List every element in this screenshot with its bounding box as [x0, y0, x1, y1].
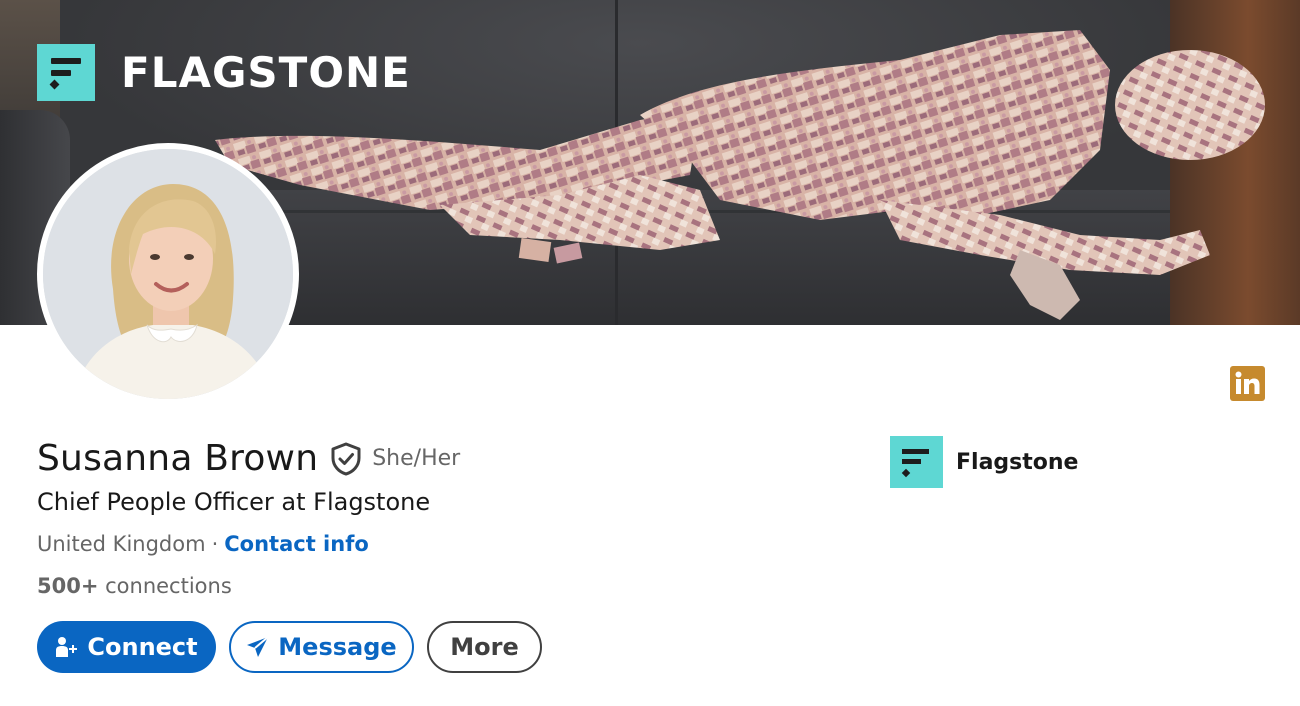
- connections-number: 500+: [37, 574, 99, 598]
- profile-headline: Chief People Officer at Flagstone: [37, 488, 431, 516]
- flagstone-logo-icon: [37, 44, 95, 101]
- profile-name: Susanna Brown: [37, 438, 319, 479]
- avatar-portrait-image: [43, 149, 293, 399]
- add-person-icon: [55, 636, 79, 658]
- flagstone-logo-icon: [890, 436, 943, 488]
- connect-button[interactable]: Connect: [37, 621, 216, 673]
- profile-avatar[interactable]: [37, 143, 299, 405]
- profile-location-row: United Kingdom · Contact info: [37, 532, 369, 556]
- separator-dot: ·: [211, 532, 219, 556]
- linkedin-icon[interactable]: [1230, 366, 1265, 401]
- profile-pronouns: She/Her: [372, 446, 461, 471]
- more-button[interactable]: More: [427, 621, 542, 673]
- banner-brand-logo: FLAGSTONE: [37, 44, 411, 101]
- verified-shield-icon[interactable]: [330, 442, 362, 476]
- connections-count[interactable]: 500+ connections: [37, 574, 232, 598]
- profile-name-row: Susanna Brown She/Her: [37, 438, 460, 479]
- current-company-link[interactable]: Flagstone: [890, 436, 1078, 488]
- company-name: Flagstone: [956, 449, 1079, 475]
- more-button-label: More: [450, 633, 519, 661]
- message-button-label: Message: [278, 633, 397, 661]
- banner-brand-name: FLAGSTONE: [121, 47, 411, 97]
- connections-label: connections: [105, 574, 232, 598]
- message-button[interactable]: Message: [229, 621, 414, 673]
- contact-info-link[interactable]: Contact info: [224, 532, 369, 556]
- connect-button-label: Connect: [87, 633, 198, 661]
- send-icon: [246, 636, 270, 658]
- profile-location: United Kingdom: [37, 532, 206, 556]
